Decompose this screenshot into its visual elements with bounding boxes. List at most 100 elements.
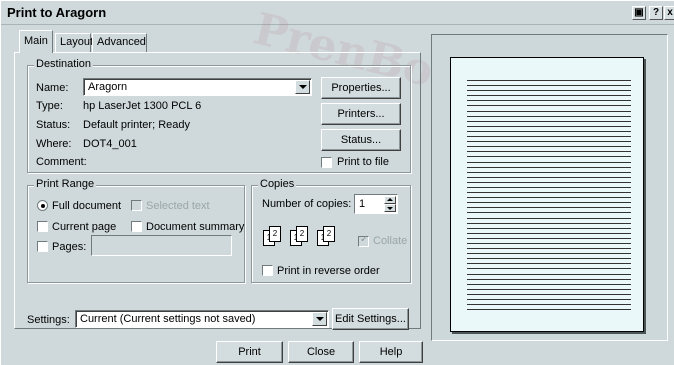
tab-main[interactable]: Main [19, 30, 53, 53]
preview-line [467, 176, 631, 178]
preview-line [467, 237, 631, 239]
spin-up-icon[interactable] [384, 196, 396, 204]
copies-group-label: Copies [258, 178, 297, 190]
reverse-order-label: Print in reverse order [277, 265, 380, 277]
title-bar: Print to Aragorn ▣ ? x [1, 1, 674, 25]
preview-line [467, 202, 631, 204]
pages-checkbox[interactable] [37, 241, 48, 252]
preview-line [467, 253, 631, 255]
settings-select[interactable]: Current (Current settings not saved) [75, 310, 329, 328]
preview-line [467, 217, 631, 219]
preview-line [467, 243, 631, 244]
properties-button[interactable]: Properties... [321, 77, 401, 99]
where-value: DOT4_001 [83, 138, 137, 150]
preview-line [467, 232, 631, 234]
full-document-radio[interactable] [37, 200, 48, 211]
window-title: Print to Aragorn [7, 5, 107, 20]
chevron-down-icon[interactable] [312, 312, 327, 326]
preview-line [467, 192, 631, 194]
preview-line [467, 90, 631, 92]
preview-line [467, 293, 631, 295]
where-label: Where: [36, 138, 72, 150]
preview-line [467, 156, 631, 158]
print-button[interactable]: Print [216, 341, 283, 363]
preview-line [467, 304, 631, 306]
settings-label: Settings: [27, 314, 70, 326]
print-dialog: Print to Aragorn ▣ ? x PrenBooks Main La… [0, 0, 674, 365]
preview-line [467, 130, 631, 132]
edit-settings-button[interactable]: Edit Settings... [332, 308, 409, 330]
help-button[interactable]: Help [359, 341, 423, 363]
preview-line [467, 151, 631, 153]
copies-value: 1 [359, 198, 366, 210]
preview-line [467, 309, 631, 311]
preview-line [467, 248, 631, 250]
type-label: Type: [36, 100, 63, 112]
selected-text-checkbox [131, 200, 142, 211]
status-button[interactable]: Status... [321, 129, 401, 151]
preview-line [467, 212, 631, 214]
type-value: hp LaserJet 1300 PCL 6 [83, 100, 202, 112]
collate-checkbox [358, 234, 369, 247]
spin-down-icon[interactable] [384, 204, 396, 212]
collate-page-icon: 2 [296, 226, 308, 242]
preview-line [467, 207, 631, 209]
preview-line [467, 141, 631, 143]
preview-line [467, 258, 631, 260]
print-to-file-checkbox[interactable] [321, 157, 332, 168]
preview-line [467, 166, 631, 168]
preview-line [467, 283, 631, 285]
preview-line [467, 85, 631, 87]
preview-page [450, 57, 644, 332]
status-value: Default printer; Ready [83, 119, 190, 131]
preview-line [467, 146, 631, 148]
print-preview [431, 34, 668, 341]
copies-spinner[interactable]: 1 [354, 194, 398, 214]
close-title-button[interactable]: x [664, 6, 674, 20]
preview-line [467, 100, 631, 102]
preview-line [467, 95, 631, 97]
print-range-group-label: Print Range [34, 178, 97, 190]
document-summary-checkbox[interactable] [131, 221, 142, 232]
preview-line [467, 186, 631, 188]
pages-input[interactable] [91, 235, 232, 256]
preview-line [467, 299, 631, 301]
preview-line [467, 273, 631, 275]
preview-line [467, 181, 631, 183]
preview-line [467, 278, 631, 280]
restore-icon[interactable]: ▣ [632, 6, 646, 20]
destination-group-label: Destination [34, 58, 94, 70]
preview-line [467, 110, 631, 112]
tab-layout[interactable]: Layout [55, 33, 93, 52]
name-label: Name: [36, 82, 69, 94]
preview-line [467, 161, 631, 163]
document-summary-label: Document summary [146, 221, 245, 233]
preview-line [467, 120, 631, 122]
comment-label: Comment: [36, 156, 87, 168]
number-of-copies-label: Number of copies: [262, 198, 352, 210]
status-label: Status: [36, 119, 71, 131]
pages-label: Pages: [52, 241, 87, 253]
reverse-order-checkbox[interactable] [262, 265, 273, 276]
printer-name-value: Aragorn [88, 81, 128, 93]
printer-name-select[interactable]: Aragorn [83, 78, 312, 96]
preview-line [467, 80, 631, 81]
preview-line [467, 227, 631, 229]
preview-line [467, 136, 631, 138]
collate-page-icon: 2 [323, 226, 335, 242]
preview-text-lines [467, 80, 631, 314]
help-title-button[interactable]: ? [649, 6, 663, 20]
tab-advanced[interactable]: Advanced [92, 33, 147, 52]
collate-page-icon: 2 [269, 226, 281, 242]
preview-line [467, 197, 631, 199]
preview-line [467, 171, 631, 173]
close-button[interactable]: Close [288, 341, 354, 363]
preview-line [467, 268, 631, 270]
current-page-label: Current page [52, 221, 117, 233]
preview-line [467, 105, 631, 107]
current-page-checkbox[interactable] [37, 221, 48, 232]
printers-button[interactable]: Printers... [321, 103, 401, 125]
chevron-down-icon[interactable] [295, 80, 310, 94]
preview-line [467, 125, 631, 127]
print-to-file-label: Print to file [337, 156, 389, 168]
